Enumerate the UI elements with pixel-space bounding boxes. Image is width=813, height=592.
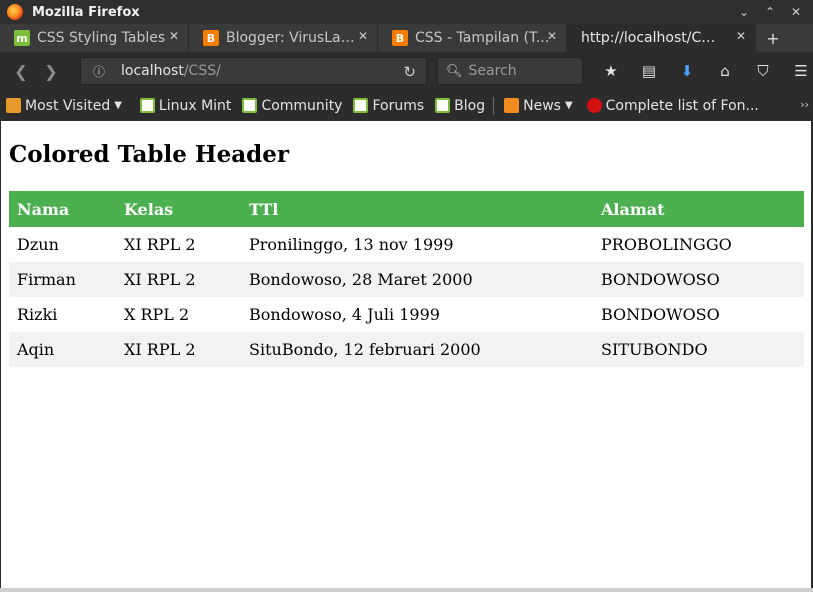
tab-blogger[interactable]: B Blogger: VirusLap... ✕	[189, 24, 378, 52]
cell-alamat: BONDOWOSO	[601, 305, 720, 324]
cell-kelas: XI RPL 2	[124, 235, 196, 254]
student-table: Nama Kelas TTl Alamat Dzun XI RPL 2 Pron…	[9, 191, 804, 367]
table-row: Firman XI RPL 2 Bondowoso, 28 Maret 2000…	[9, 262, 804, 297]
info-icon[interactable]: ⓘ	[87, 63, 111, 80]
bookmark-community[interactable]: Community	[242, 98, 342, 114]
cell-nama: Dzun	[17, 235, 59, 254]
cell-kelas: X RPL 2	[124, 305, 190, 324]
cell-ttl: Bondowoso, 4 Juli 1999	[249, 305, 440, 324]
cell-ttl: Pronilinggo, 13 nov 1999	[249, 235, 454, 254]
chevron-down-icon: ▼	[114, 100, 122, 111]
column-header-kelas: Kelas	[116, 191, 241, 227]
url-host: localhost	[121, 63, 184, 79]
bookmarks-overflow-icon[interactable]: ››	[800, 98, 809, 111]
linux-mint-icon	[242, 98, 258, 113]
pocket-icon[interactable]: ⛉	[744, 56, 782, 86]
cell-alamat: BONDOWOSO	[593, 262, 804, 297]
bookmarks-library-icon[interactable]: ▤	[630, 56, 668, 86]
bookmark-blog[interactable]: Blog	[435, 98, 485, 114]
title-bar: Mozilla Firefox ⌄ ⌃ ✕	[0, 0, 813, 24]
cell-alamat: PROBOLINGGO	[601, 235, 732, 254]
bookmark-linux-mint[interactable]: Linux Mint	[139, 97, 232, 114]
blogger-icon: B	[392, 30, 408, 46]
search-placeholder: Search	[468, 63, 517, 79]
red-circle-icon	[586, 98, 602, 113]
bookmark-label: Forums	[372, 97, 425, 114]
menu-icon[interactable]: ☰	[782, 56, 813, 86]
table-row: Rizki X RPL 2 Bondowoso, 4 Juli 1999 BON…	[9, 297, 804, 332]
bookmarks-toolbar: Most Visited ▼ Linux Mint Community Foru…	[0, 90, 813, 121]
table-header-row: Nama Kelas TTl Alamat	[9, 191, 804, 227]
page-content: Colored Table Header Nama Kelas TTl Alam…	[1, 121, 811, 588]
window-bottom-border	[0, 588, 813, 592]
navigation-bar: ❮ ❯ ⓘ localhost/CSS/ ↻ 🔍︎ Search ★ ▤ ⬇ ⌂…	[0, 52, 813, 90]
column-header-nama: Nama	[9, 191, 116, 227]
forward-button[interactable]: ❯	[36, 56, 66, 86]
url-bar[interactable]: ⓘ localhost/CSS/ ↻	[80, 57, 427, 85]
close-tab-icon[interactable]: ✕	[736, 29, 746, 43]
bookmark-most-visited[interactable]: Most Visited ▼	[6, 98, 122, 114]
tab-label: Blogger: VirusLap...	[226, 30, 361, 46]
bookmark-label: Community	[261, 97, 343, 114]
home-icon[interactable]: ⌂	[706, 56, 744, 86]
bookmark-separator	[493, 96, 495, 115]
chevron-down-icon: ▼	[564, 100, 573, 111]
close-window-button[interactable]: ✕	[783, 2, 809, 22]
tab-label: CSS Styling Tables	[37, 30, 166, 46]
window-title: Mozilla Firefox	[32, 4, 140, 20]
linux-mint-icon	[139, 98, 155, 113]
linux-mint-icon: m	[14, 30, 30, 46]
close-tab-icon[interactable]: ✕	[547, 29, 557, 43]
bookmark-label: News	[523, 97, 561, 114]
close-tab-icon[interactable]: ✕	[358, 29, 368, 43]
cell-ttl: Bondowoso, 28 Maret 2000	[241, 262, 593, 297]
column-header-ttl: TTl	[241, 191, 593, 227]
reload-icon[interactable]: ↻	[403, 63, 416, 81]
cell-alamat: SITUBONDO	[593, 332, 804, 367]
cell-kelas: XI RPL 2	[116, 332, 241, 367]
toolbar-icons: ★ ▤ ⬇ ⌂ ⛉ ☰	[592, 56, 813, 86]
close-tab-icon[interactable]: ✕	[169, 29, 179, 43]
tab-label: http://localhost/CSS/	[581, 30, 716, 46]
linux-mint-icon	[435, 98, 451, 113]
maximize-button[interactable]: ⌃	[757, 2, 783, 22]
url-path: /CSS/	[183, 63, 221, 79]
cell-ttl: SituBondo, 12 februari 2000	[241, 332, 593, 367]
bookmark-star-icon[interactable]: ★	[592, 56, 630, 86]
cell-nama: Firman	[9, 262, 116, 297]
minimize-button[interactable]: ⌄	[731, 2, 757, 22]
tab-css-styling-tables[interactable]: m CSS Styling Tables ✕	[0, 24, 189, 52]
bookmark-font-list[interactable]: Complete list of Fon...	[586, 97, 759, 114]
window-controls: ⌄ ⌃ ✕	[731, 2, 809, 22]
tab-strip: m CSS Styling Tables ✕ B Blogger: VirusL…	[0, 24, 813, 52]
cell-nama: Rizki	[17, 305, 58, 324]
search-input[interactable]: 🔍︎ Search	[437, 57, 583, 85]
folder-icon	[6, 98, 21, 113]
tab-label: CSS - Tampilan (T...	[415, 30, 550, 46]
column-header-alamat: Alamat	[593, 191, 804, 227]
bookmark-label: Linux Mint	[158, 97, 232, 114]
tab-css-tampilan[interactable]: B CSS - Tampilan (T... ✕	[378, 24, 567, 52]
bookmark-forums[interactable]: Forums	[353, 98, 424, 114]
tab-localhost-css[interactable]: http://localhost/CSS/ ✕	[567, 24, 756, 52]
blogger-icon: B	[203, 30, 219, 46]
page-heading: Colored Table Header	[9, 141, 289, 168]
bookmark-label: Complete list of Fon...	[605, 97, 759, 114]
firefox-logo-icon	[7, 4, 23, 20]
table-row: Dzun XI RPL 2 Pronilinggo, 13 nov 1999 P…	[9, 227, 804, 262]
rss-icon	[504, 98, 520, 113]
bookmark-label: Blog	[454, 97, 486, 114]
linux-mint-icon	[353, 98, 369, 113]
table-row: Aqin XI RPL 2 SituBondo, 12 februari 200…	[9, 332, 804, 367]
back-button[interactable]: ❮	[6, 56, 36, 86]
bookmark-label: Most Visited	[25, 97, 111, 114]
cell-nama: Aqin	[9, 332, 116, 367]
new-tab-button[interactable]: +	[756, 24, 790, 52]
search-icon: 🔍︎	[446, 63, 463, 79]
download-icon[interactable]: ⬇	[668, 56, 706, 86]
url-text: localhost/CSS/	[121, 63, 221, 79]
bookmark-news[interactable]: News ▼	[504, 98, 573, 114]
cell-kelas: XI RPL 2	[116, 262, 241, 297]
